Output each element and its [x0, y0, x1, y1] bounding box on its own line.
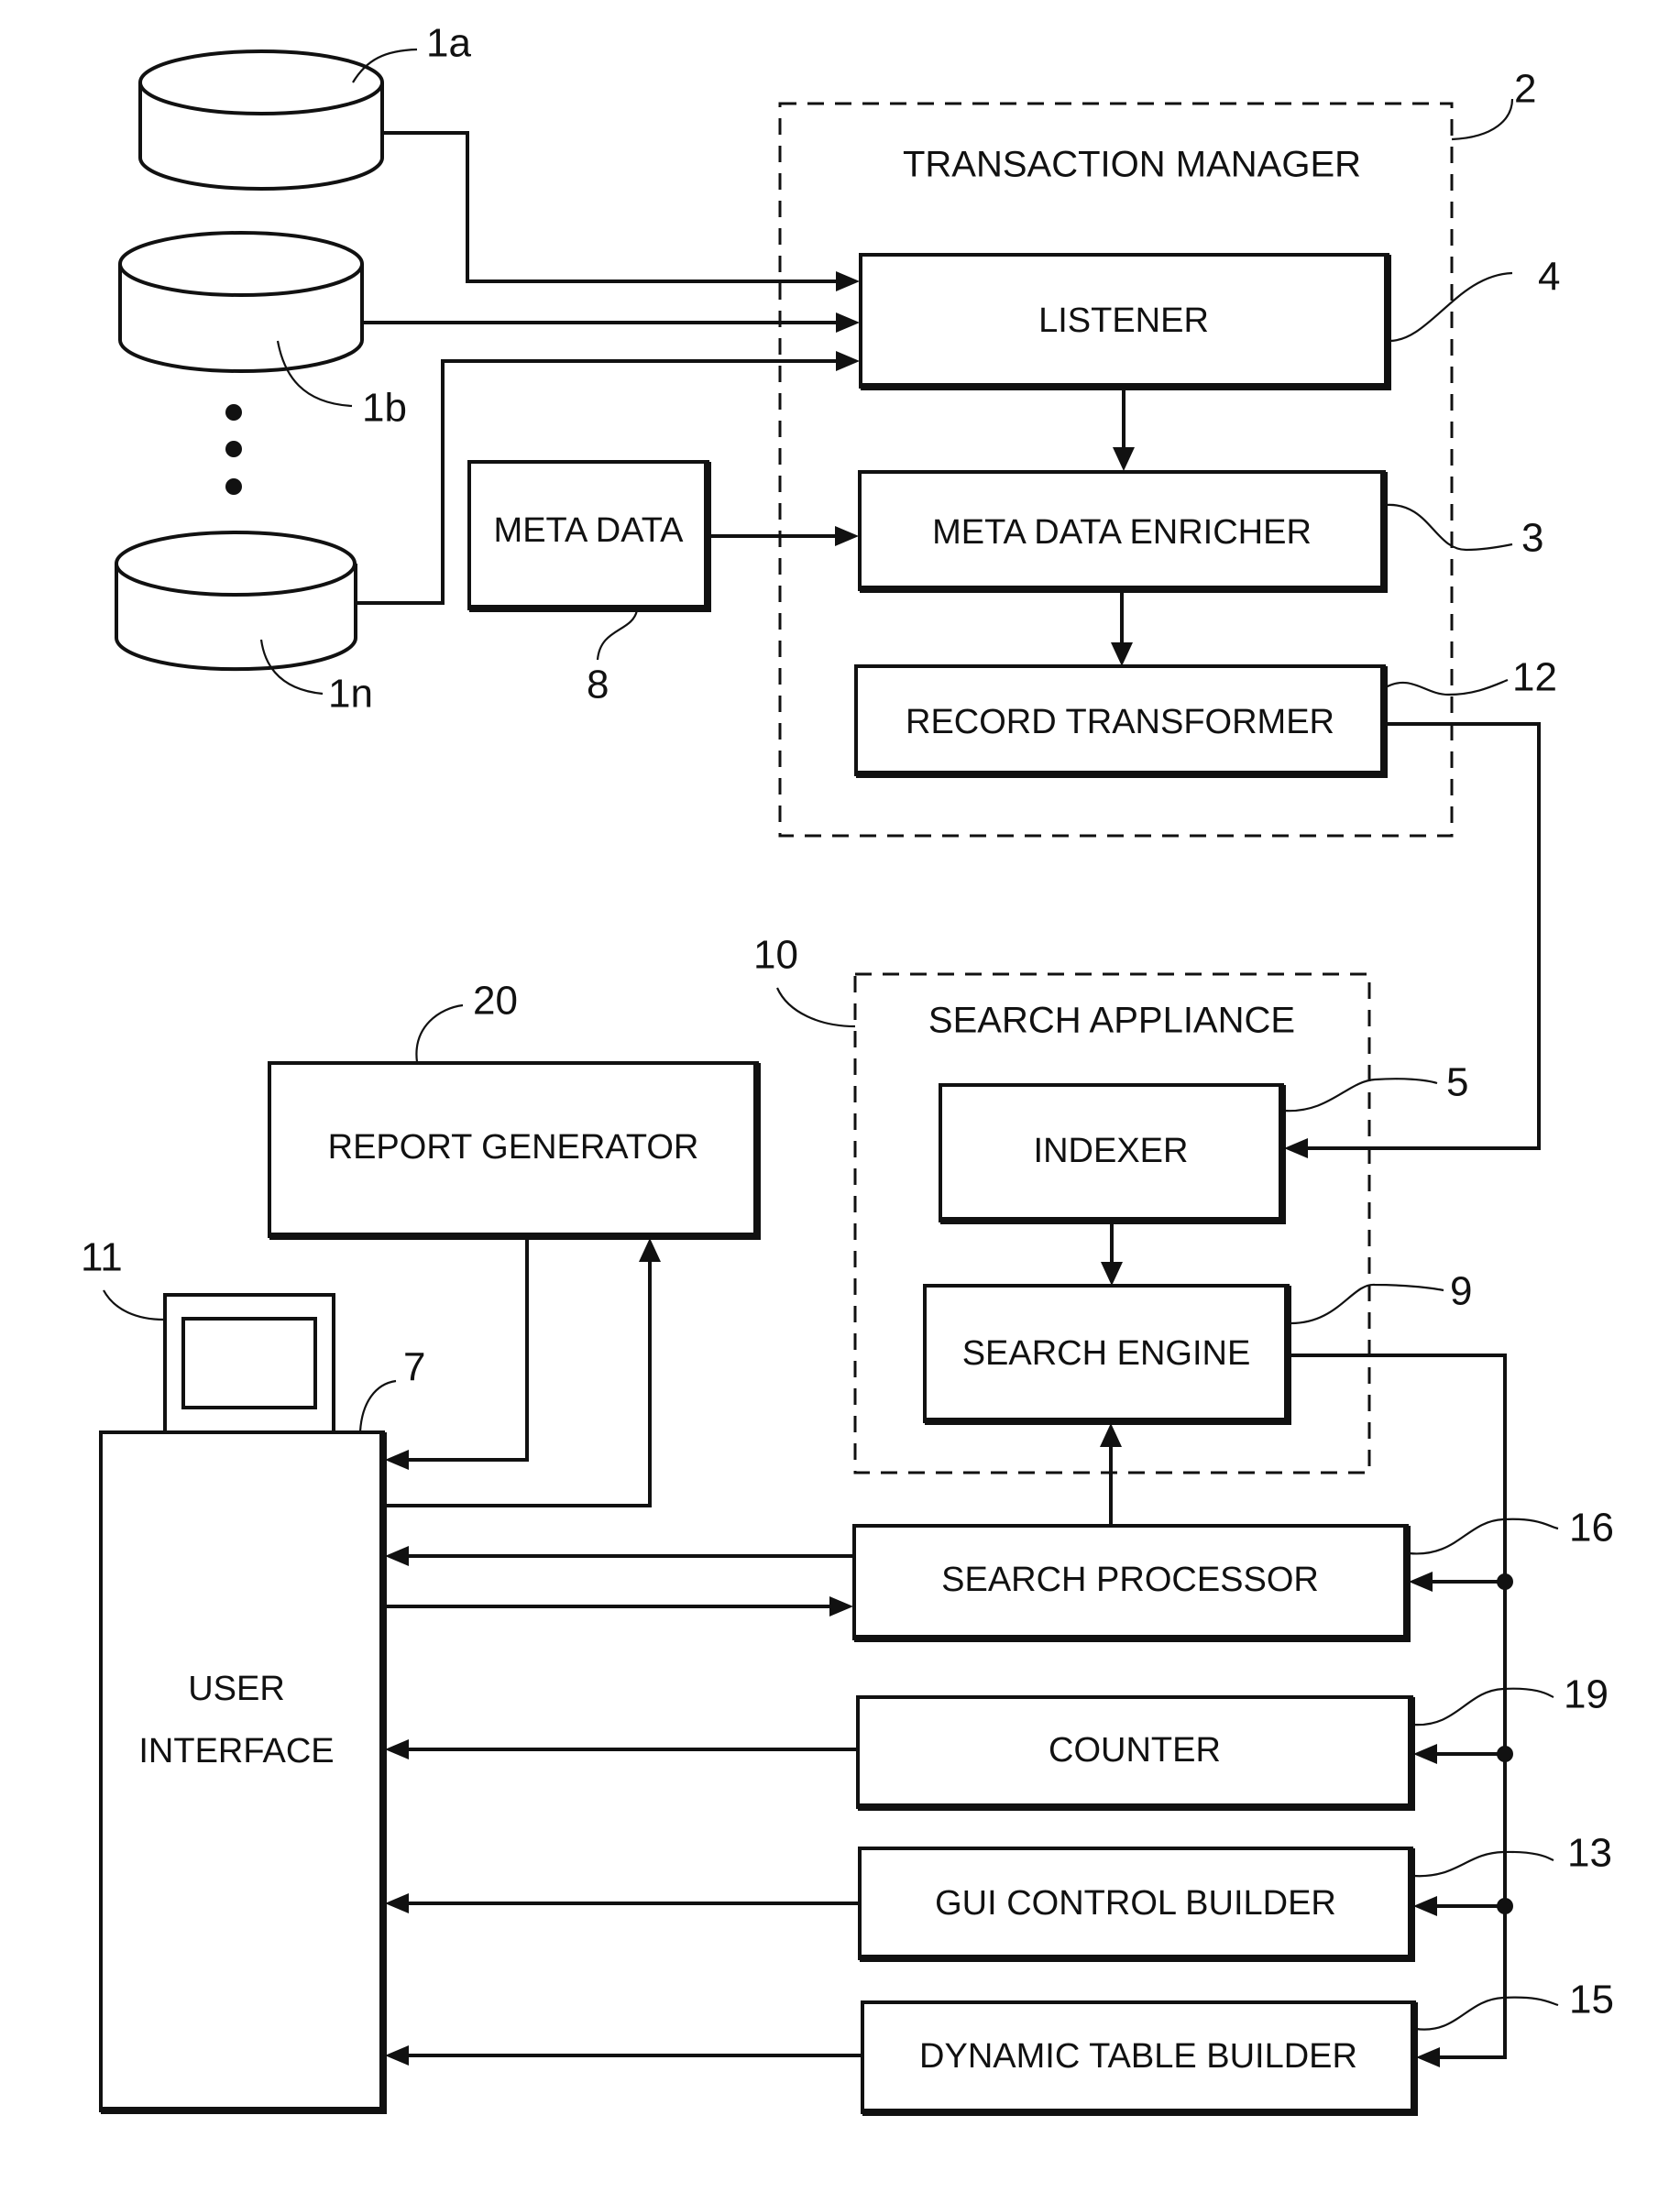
meta-data-label: META DATA — [494, 511, 685, 550]
leader-10 — [775, 987, 856, 1028]
junction-dot — [1497, 1898, 1513, 1914]
ellipsis-dots — [225, 404, 242, 495]
report-generator-block[interactable]: REPORT GENERATOR — [268, 1061, 761, 1240]
connector-transformer-indexer — [1303, 722, 1541, 1150]
monitor-screen — [181, 1317, 317, 1409]
database-1n — [115, 531, 357, 672]
ref-4: 4 — [1538, 255, 1560, 300]
ref-16: 16 — [1569, 1506, 1614, 1551]
counter-block[interactable]: COUNTER — [856, 1695, 1415, 1811]
ref-1a: 1a — [426, 21, 471, 66]
arrowhead — [836, 271, 860, 291]
system-block-diagram: 1a 1b 1n TRANSACTION MANAGER 2 LISTENER … — [81, 21, 1614, 2116]
leader-15 — [1415, 1996, 1559, 2031]
arrowhead — [385, 1546, 409, 1566]
gui-control-builder-label: GUI CONTROL BUILDER — [935, 1884, 1336, 1923]
arrowhead — [1413, 1896, 1437, 1916]
arrowhead — [385, 1450, 409, 1470]
meta-data-enricher-label: META DATA ENRICHER — [932, 513, 1312, 552]
ref-1b: 1b — [362, 386, 407, 431]
leader-20 — [415, 1003, 464, 1063]
arrowhead — [1409, 1572, 1433, 1592]
arrowhead — [1416, 2047, 1440, 2067]
counter-label: COUNTER — [1049, 1731, 1221, 1770]
arrowhead — [1113, 447, 1135, 471]
listener-label: LISTENER — [1038, 301, 1209, 340]
database-1a — [138, 49, 384, 191]
leader-16 — [1408, 1518, 1559, 1555]
ref-11: 11 — [81, 1235, 123, 1280]
leader-19 — [1412, 1687, 1554, 1726]
ref-2: 2 — [1514, 67, 1536, 112]
user-interface-block[interactable]: USER INTERFACE — [99, 1430, 387, 2114]
ref-12: 12 — [1512, 655, 1557, 700]
indexer-label: INDEXER — [1034, 1132, 1189, 1170]
ref-9: 9 — [1450, 1269, 1472, 1314]
dot — [225, 441, 242, 457]
dynamic-table-builder-block[interactable]: DYNAMIC TABLE BUILDER — [861, 2000, 1418, 2116]
search-processor-label: SEARCH PROCESSOR — [941, 1561, 1319, 1599]
ref-19: 19 — [1564, 1672, 1609, 1717]
connector-1a-listener — [382, 131, 843, 283]
arrowhead — [1100, 1423, 1122, 1447]
arrowhead — [1284, 1138, 1308, 1158]
gui-control-builder-block[interactable]: GUI CONTROL BUILDER — [858, 1847, 1415, 1962]
leader-12 — [1385, 678, 1509, 696]
arrowhead — [639, 1238, 661, 1262]
search-engine-block[interactable]: SEARCH ENGINE — [923, 1284, 1291, 1425]
ref-15: 15 — [1569, 1978, 1614, 2022]
leader-2 — [1451, 98, 1514, 141]
listener-block[interactable]: LISTENER — [859, 253, 1391, 390]
leader-9 — [1289, 1283, 1444, 1325]
ref-1n: 1n — [328, 672, 373, 717]
leader-7 — [358, 1379, 397, 1432]
indexer-block[interactable]: INDEXER — [939, 1083, 1286, 1224]
user-interface-label-line1: USER — [188, 1670, 285, 1708]
leader-5 — [1283, 1078, 1438, 1112]
junction-dot — [1497, 1573, 1513, 1590]
arrowhead — [1413, 1744, 1437, 1764]
user-interface-label-line2: INTERFACE — [138, 1732, 334, 1770]
ref-3: 3 — [1521, 516, 1543, 561]
dot — [225, 478, 242, 495]
leader-11 — [103, 1289, 165, 1321]
arrowhead — [829, 1596, 853, 1617]
arrowhead — [1111, 642, 1133, 666]
ref-13: 13 — [1567, 1831, 1612, 1876]
search-processor-block[interactable]: SEARCH PROCESSOR — [852, 1524, 1411, 1642]
leader-3 — [1385, 503, 1513, 552]
leader-13 — [1412, 1850, 1554, 1878]
record-transformer-label: RECORD TRANSFORMER — [906, 703, 1334, 741]
search-appliance-title: SEARCH APPLIANCE — [928, 1001, 1295, 1041]
database-1b — [118, 231, 364, 373]
display-monitor — [163, 1293, 335, 1434]
arrowhead — [835, 526, 859, 546]
report-generator-label: REPORT GENERATOR — [328, 1128, 699, 1167]
arrowhead — [836, 351, 860, 371]
ref-7: 7 — [403, 1345, 425, 1390]
ref-10: 10 — [753, 933, 798, 978]
search-engine-label: SEARCH ENGINE — [962, 1334, 1251, 1373]
meta-data-block[interactable]: META DATA — [467, 460, 711, 612]
ref-8: 8 — [587, 663, 609, 707]
record-transformer-block[interactable]: RECORD TRANSFORMER — [854, 664, 1388, 778]
leader-4 — [1389, 271, 1513, 343]
leader-8 — [596, 609, 639, 661]
arrowhead — [836, 312, 860, 333]
arrowhead — [1101, 1262, 1123, 1286]
meta-data-enricher-block[interactable]: META DATA ENRICHER — [858, 470, 1388, 593]
arrowhead — [385, 1739, 409, 1759]
ref-20: 20 — [473, 979, 518, 1024]
arrowhead — [385, 1893, 409, 1913]
dot — [225, 404, 242, 421]
transaction-manager-title: TRANSACTION MANAGER — [903, 145, 1361, 185]
dynamic-table-builder-label: DYNAMIC TABLE BUILDER — [919, 2037, 1357, 2076]
arrowhead — [385, 2045, 409, 2066]
junction-dot — [1497, 1746, 1513, 1762]
ref-5: 5 — [1446, 1060, 1468, 1105]
